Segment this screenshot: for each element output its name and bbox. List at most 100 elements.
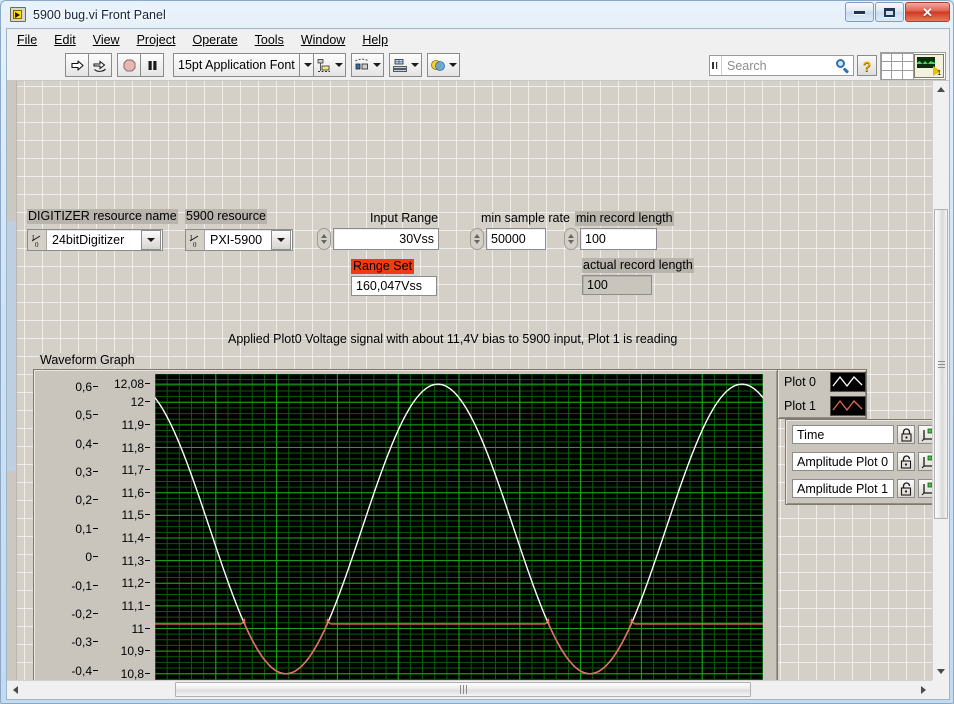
min-sample-rate-value[interactable]: 50000 xyxy=(486,228,546,250)
resource-5900-dropdown[interactable] xyxy=(271,230,291,250)
window-buttons: ✕ xyxy=(844,2,950,23)
y-axis-right-tick: 11,1 xyxy=(96,600,150,612)
connector-pane[interactable] xyxy=(880,52,914,80)
scale-format-icon[interactable] xyxy=(918,479,932,498)
arrow-left-icon xyxy=(13,685,18,694)
input-range-stepper[interactable] xyxy=(317,228,331,250)
waveform-graph[interactable]: Amplitude Plot 0 Amplitude Plot 1 0,60,5… xyxy=(33,369,778,680)
scroll-right-button[interactable] xyxy=(915,681,932,698)
connector-cell[interactable] xyxy=(901,69,914,80)
menu-file[interactable]: File xyxy=(17,33,37,47)
input-range-control[interactable]: 30Vss xyxy=(317,228,439,250)
stepper-up-icon xyxy=(474,234,480,238)
y-axis-left-tick: -0,2 xyxy=(44,608,98,620)
scale-legend-row[interactable]: Amplitude Plot 1 xyxy=(786,474,932,501)
menu-project-label: Project xyxy=(136,33,176,47)
menu-help[interactable]: Help xyxy=(362,33,388,47)
plot-area[interactable] xyxy=(155,374,763,680)
menu-view[interactable]: View xyxy=(93,33,120,47)
scale-format-glyph xyxy=(921,455,932,468)
front-panel-canvas: DIGITIZER resource name I 0 24bitDigitiz… xyxy=(7,81,932,680)
digitizer-resource-dropdown[interactable] xyxy=(141,230,161,250)
plot-1-swatch[interactable] xyxy=(830,396,866,416)
scroll-up-button[interactable] xyxy=(933,81,949,98)
min-sample-rate-control[interactable]: 50000 xyxy=(470,228,546,250)
min-record-length-label: min record length xyxy=(575,211,674,226)
scale-legend-row[interactable]: Amplitude Plot 0 xyxy=(786,447,932,474)
actual-record-length-label: actual record length xyxy=(582,258,694,273)
vi-icon-panel: 1 xyxy=(880,52,946,80)
search-box[interactable]: Search xyxy=(709,55,854,76)
menu-tools[interactable]: Tools xyxy=(255,33,284,47)
range-set-value: 160,047Vss xyxy=(351,276,437,296)
plot-legend-row[interactable]: Plot 0 xyxy=(778,370,866,394)
chevron-down-icon xyxy=(335,63,343,67)
pause-button[interactable] xyxy=(140,53,164,77)
search-input[interactable]: Search xyxy=(722,59,833,73)
search-scope-caret[interactable] xyxy=(710,56,722,75)
plot-legend-row[interactable]: Plot 1 xyxy=(778,394,866,418)
y-axis-right-tick: 12 xyxy=(96,396,150,408)
resize-objects-button[interactable] xyxy=(389,53,422,77)
scale-name-time[interactable]: Time xyxy=(792,425,895,444)
vertical-scrollbar[interactable] xyxy=(932,81,949,680)
lock-open-icon[interactable] xyxy=(897,479,916,498)
font-selector[interactable]: 15pt Application Font xyxy=(173,53,300,77)
horizontal-scrollbar-thumb[interactable] xyxy=(175,682,751,697)
resize-corner[interactable] xyxy=(932,680,949,699)
plot-legend[interactable]: Plot 0 Plot 1 xyxy=(777,369,867,419)
stepper-down-icon xyxy=(474,240,480,244)
lock-open-icon[interactable] xyxy=(897,452,916,471)
y-axis-left-tick: 0,3 xyxy=(44,466,98,478)
menu-file-label: File xyxy=(17,33,38,47)
resource-5900-combo[interactable]: I 0 PXI-5900 xyxy=(185,229,293,251)
close-button[interactable]: ✕ xyxy=(905,2,950,22)
distribute-objects-button[interactable] xyxy=(351,53,384,77)
scale-name-amplitude-plot-1[interactable]: Amplitude Plot 1 xyxy=(792,479,895,498)
min-sample-rate-stepper[interactable] xyxy=(470,228,484,250)
annotation-text: Applied Plot0 Voltage signal with about … xyxy=(228,332,678,346)
plot-legend-name: Plot 1 xyxy=(784,399,816,413)
vi-icon-thumbnail[interactable]: 1 xyxy=(914,54,944,78)
scale-name-amplitude-plot-0[interactable]: Amplitude Plot 0 xyxy=(792,452,895,471)
minimize-button[interactable] xyxy=(845,2,874,22)
menu-project[interactable]: Project xyxy=(137,33,176,47)
maximize-button[interactable] xyxy=(875,2,904,22)
caret-right-icon xyxy=(712,62,718,69)
abort-button[interactable] xyxy=(117,53,141,77)
min-record-length-control[interactable]: 100 xyxy=(564,228,657,250)
run-continuously-button[interactable] xyxy=(88,53,112,77)
chevron-down-icon xyxy=(411,63,419,67)
menu-operate[interactable]: Operate xyxy=(192,33,237,47)
y-axis-right-tick: 11,2 xyxy=(96,577,150,589)
lock-closed-icon[interactable] xyxy=(897,425,916,444)
search-icon[interactable] xyxy=(833,56,853,75)
run-button[interactable] xyxy=(65,53,89,77)
digitizer-resource-combo[interactable]: I 0 24bitDigitizer xyxy=(27,229,163,251)
min-sample-rate-label: min sample rate xyxy=(481,211,570,225)
run-button-group xyxy=(65,53,112,77)
horizontal-scrollbar[interactable] xyxy=(7,680,932,699)
scale-legend[interactable]: Time Amplitude Plot 0 Amplitude Plot 1 xyxy=(785,419,932,505)
min-record-length-value[interactable]: 100 xyxy=(580,228,657,250)
plot-1-line-icon xyxy=(832,399,863,412)
padlock-open-glyph xyxy=(900,454,911,469)
scrollbar-grip-icon xyxy=(937,360,945,368)
scale-format-icon[interactable] xyxy=(918,452,932,471)
input-range-value[interactable]: 30Vss xyxy=(333,228,439,250)
scale-format-icon[interactable] xyxy=(918,425,932,444)
min-record-length-stepper[interactable] xyxy=(564,228,578,250)
chevron-down-icon xyxy=(303,63,312,67)
scale-legend-row[interactable]: Time xyxy=(786,420,932,447)
scroll-left-button[interactable] xyxy=(7,681,24,698)
menu-edit[interactable]: Edit xyxy=(54,33,76,47)
context-help-button[interactable]: ? xyxy=(857,55,877,76)
align-objects-button[interactable] xyxy=(313,53,346,77)
menu-window[interactable]: Window xyxy=(301,33,345,47)
plot-0-swatch[interactable] xyxy=(830,372,866,392)
font-selector-group[interactable]: 15pt Application Font xyxy=(173,53,317,77)
reorder-button[interactable] xyxy=(427,53,460,77)
stepper-up-icon xyxy=(321,234,327,238)
vertical-scrollbar-thumb[interactable] xyxy=(934,209,948,519)
scroll-down-button[interactable] xyxy=(933,663,949,680)
